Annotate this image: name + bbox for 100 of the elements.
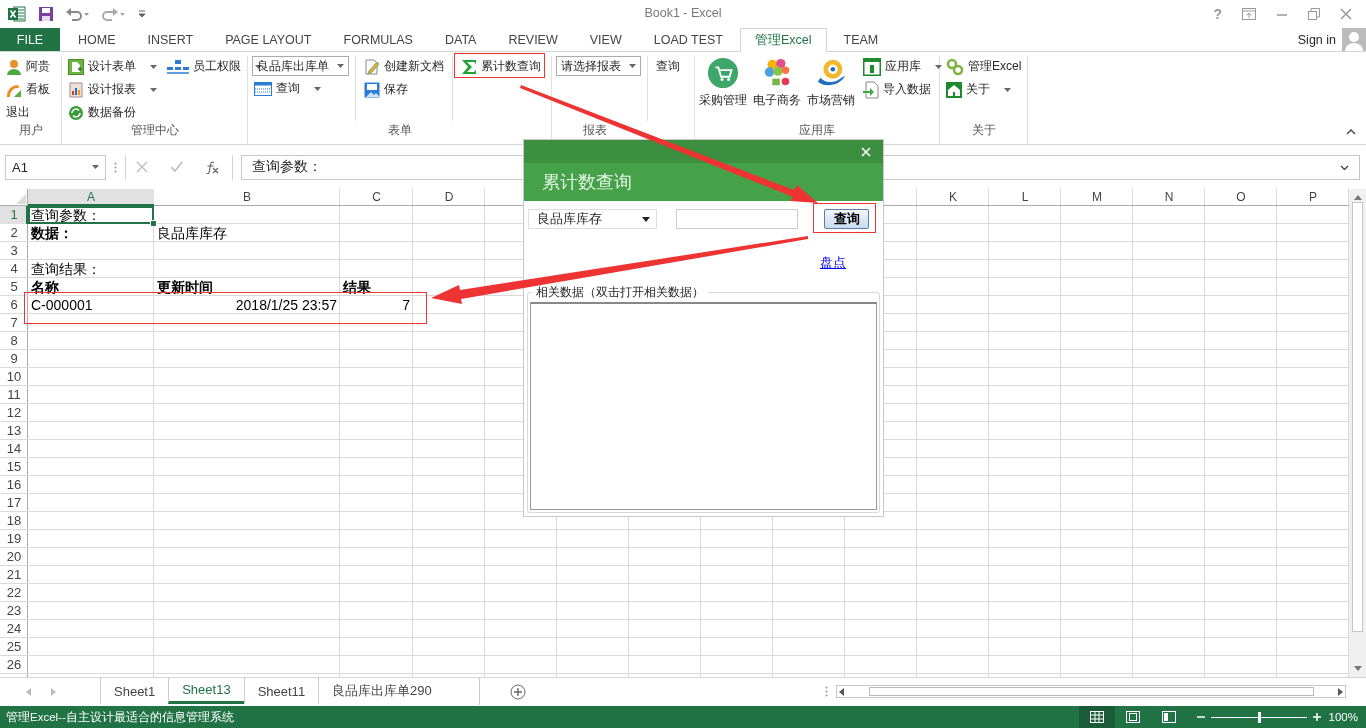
ribbon-tab[interactable]: TEAM — [828, 28, 894, 51]
row-header[interactable]: 26 — [0, 656, 28, 674]
ribbon-button[interactable]: 数据备份 — [66, 102, 159, 123]
add-form-icon — [68, 58, 84, 75]
ribbon-button[interactable]: 查询 — [654, 56, 682, 77]
column-header[interactable]: L — [989, 189, 1061, 206]
row-header[interactable]: 12 — [0, 404, 28, 422]
row-header[interactable]: 24 — [0, 620, 28, 638]
ribbon-button[interactable]: 关于 — [944, 79, 1024, 100]
row-header[interactable]: 1 — [0, 206, 28, 224]
row-header[interactable]: 23 — [0, 602, 28, 620]
ribbon-button[interactable]: 阿贵 — [4, 56, 52, 77]
inventory-link[interactable]: 盘点 — [820, 254, 846, 272]
fill-handle[interactable] — [150, 220, 157, 227]
scrollbar-thumb[interactable] — [868, 687, 1314, 696]
row-header[interactable]: 25 — [0, 638, 28, 656]
table-cell: 数据： — [31, 225, 73, 241]
sheet-tab[interactable]: Sheet13 — [168, 678, 244, 704]
ribbon-button[interactable]: 电子商务 — [753, 56, 801, 110]
ribbon-button[interactable]: 应用库 — [861, 56, 944, 77]
zoom-slider-thumb[interactable] — [1257, 711, 1261, 723]
row-header[interactable]: 22 — [0, 584, 28, 602]
column-header[interactable]: P — [1277, 189, 1349, 206]
ribbon-button[interactable]: 创建新文档 — [362, 56, 446, 77]
row-header[interactable]: 11 — [0, 386, 28, 404]
vertical-scrollbar[interactable] — [1349, 189, 1366, 677]
table-cell: C-000001 — [31, 297, 93, 313]
ribbon-button[interactable]: 采购管理 — [699, 56, 747, 110]
row-header[interactable]: 15 — [0, 458, 28, 476]
view-button[interactable] — [1078, 706, 1115, 728]
data-dropdown[interactable]: 良品库库存 — [528, 209, 657, 229]
row-header[interactable]: 18 — [0, 512, 28, 530]
ribbon-button[interactable]: 看板 — [4, 79, 52, 100]
column-header[interactable]: O — [1205, 189, 1277, 206]
active-cell-frame[interactable]: 查询参数： — [28, 206, 154, 224]
column-header[interactable]: C — [340, 189, 413, 206]
row-header[interactable]: 17 — [0, 494, 28, 512]
ribbon-button[interactable]: 退出 — [4, 102, 52, 123]
row-header[interactable]: 7 — [0, 314, 28, 332]
ribbon-tab[interactable]: INSERT — [132, 28, 209, 51]
refresh-icon — [68, 104, 84, 121]
row-header[interactable]: 6 — [0, 296, 28, 314]
row-header[interactable]: 4 — [0, 260, 28, 278]
sheet-tab[interactable]: 良品库出库单290 — [318, 678, 445, 704]
row-header[interactable]: 21 — [0, 566, 28, 584]
file-tab[interactable]: FILE — [0, 28, 60, 51]
query-button[interactable]: 查询 — [824, 209, 869, 229]
column-header[interactable]: M — [1061, 189, 1133, 206]
report-icon — [68, 81, 84, 98]
import-icon — [863, 80, 879, 99]
scrollbar-thumb[interactable] — [1352, 202, 1363, 632]
column-header[interactable]: K — [917, 189, 989, 206]
ribbon-tab[interactable]: DATA — [429, 28, 492, 51]
ribbon-tab[interactable]: REVIEW — [493, 28, 573, 51]
row-header[interactable]: 20 — [0, 548, 28, 566]
ribbon-button[interactable]: 市场营销 — [807, 56, 855, 110]
row-header[interactable]: 9 — [0, 350, 28, 368]
enter-icon — [170, 161, 183, 173]
row-header[interactable]: 13 — [0, 422, 28, 440]
ribbon-tab[interactable]: PAGE LAYOUT — [210, 28, 327, 51]
column-header[interactable]: B — [154, 189, 340, 206]
ribbon-tab[interactable]: FORMULAS — [328, 28, 428, 51]
ribbon-button[interactable]: 保存 — [362, 79, 446, 100]
ribbon-tab[interactable]: LOAD TEST — [638, 28, 738, 51]
row-header[interactable]: 8 — [0, 332, 28, 350]
ribbon-tab[interactable]: VIEW — [574, 28, 637, 51]
row-header[interactable]: 19 — [0, 530, 28, 548]
zoom-level[interactable]: 100% — [1328, 711, 1366, 723]
ribbon-tab[interactable]: 管理Excel — [739, 28, 827, 52]
ribbon-tab[interactable]: HOME — [63, 28, 131, 51]
ribbon-dropdown[interactable]: 请选择报表 — [556, 56, 641, 76]
pencil-page-icon — [364, 58, 380, 75]
sign-in-link[interactable]: Sign in — [1297, 32, 1336, 47]
ribbon-button[interactable]: 设计表单 — [66, 56, 159, 77]
column-header[interactable]: D — [413, 189, 485, 206]
name-box[interactable]: A1 — [5, 154, 106, 180]
ribbon-button[interactable]: 累计数查询 — [459, 56, 543, 77]
input-field[interactable] — [676, 209, 798, 229]
group-label: 应用库 — [799, 123, 835, 137]
ribbon-button[interactable]: 管理Excel — [944, 56, 1024, 77]
ribbon-button[interactable]: 查询 — [252, 78, 349, 99]
horizontal-scrollbar[interactable] — [836, 685, 1346, 698]
ribbon-button[interactable]: 设计报表 — [66, 79, 159, 100]
sheet-tab[interactable]: Sheet11 — [243, 678, 319, 704]
column-header[interactable]: A — [28, 189, 154, 206]
column-header[interactable]: N — [1133, 189, 1205, 206]
row-header[interactable]: 14 — [0, 440, 28, 458]
caret-icon — [337, 64, 344, 68]
cancel-icon — [136, 161, 148, 173]
avatar-icon — [1342, 28, 1366, 51]
row-header[interactable]: 5 — [0, 278, 28, 296]
save-icon — [38, 6, 54, 22]
ribbon-dropdown[interactable]: 良品库出库单 — [252, 56, 349, 76]
table-cell: 查询参数： — [31, 207, 101, 223]
row-header[interactable]: 10 — [0, 368, 28, 386]
person-icon — [6, 58, 22, 75]
row-header[interactable]: 16 — [0, 476, 28, 494]
row-header[interactable]: 2 — [0, 224, 28, 242]
ribbon-button[interactable]: 导入数据 — [861, 79, 944, 100]
row-header[interactable]: 3 — [0, 242, 28, 260]
